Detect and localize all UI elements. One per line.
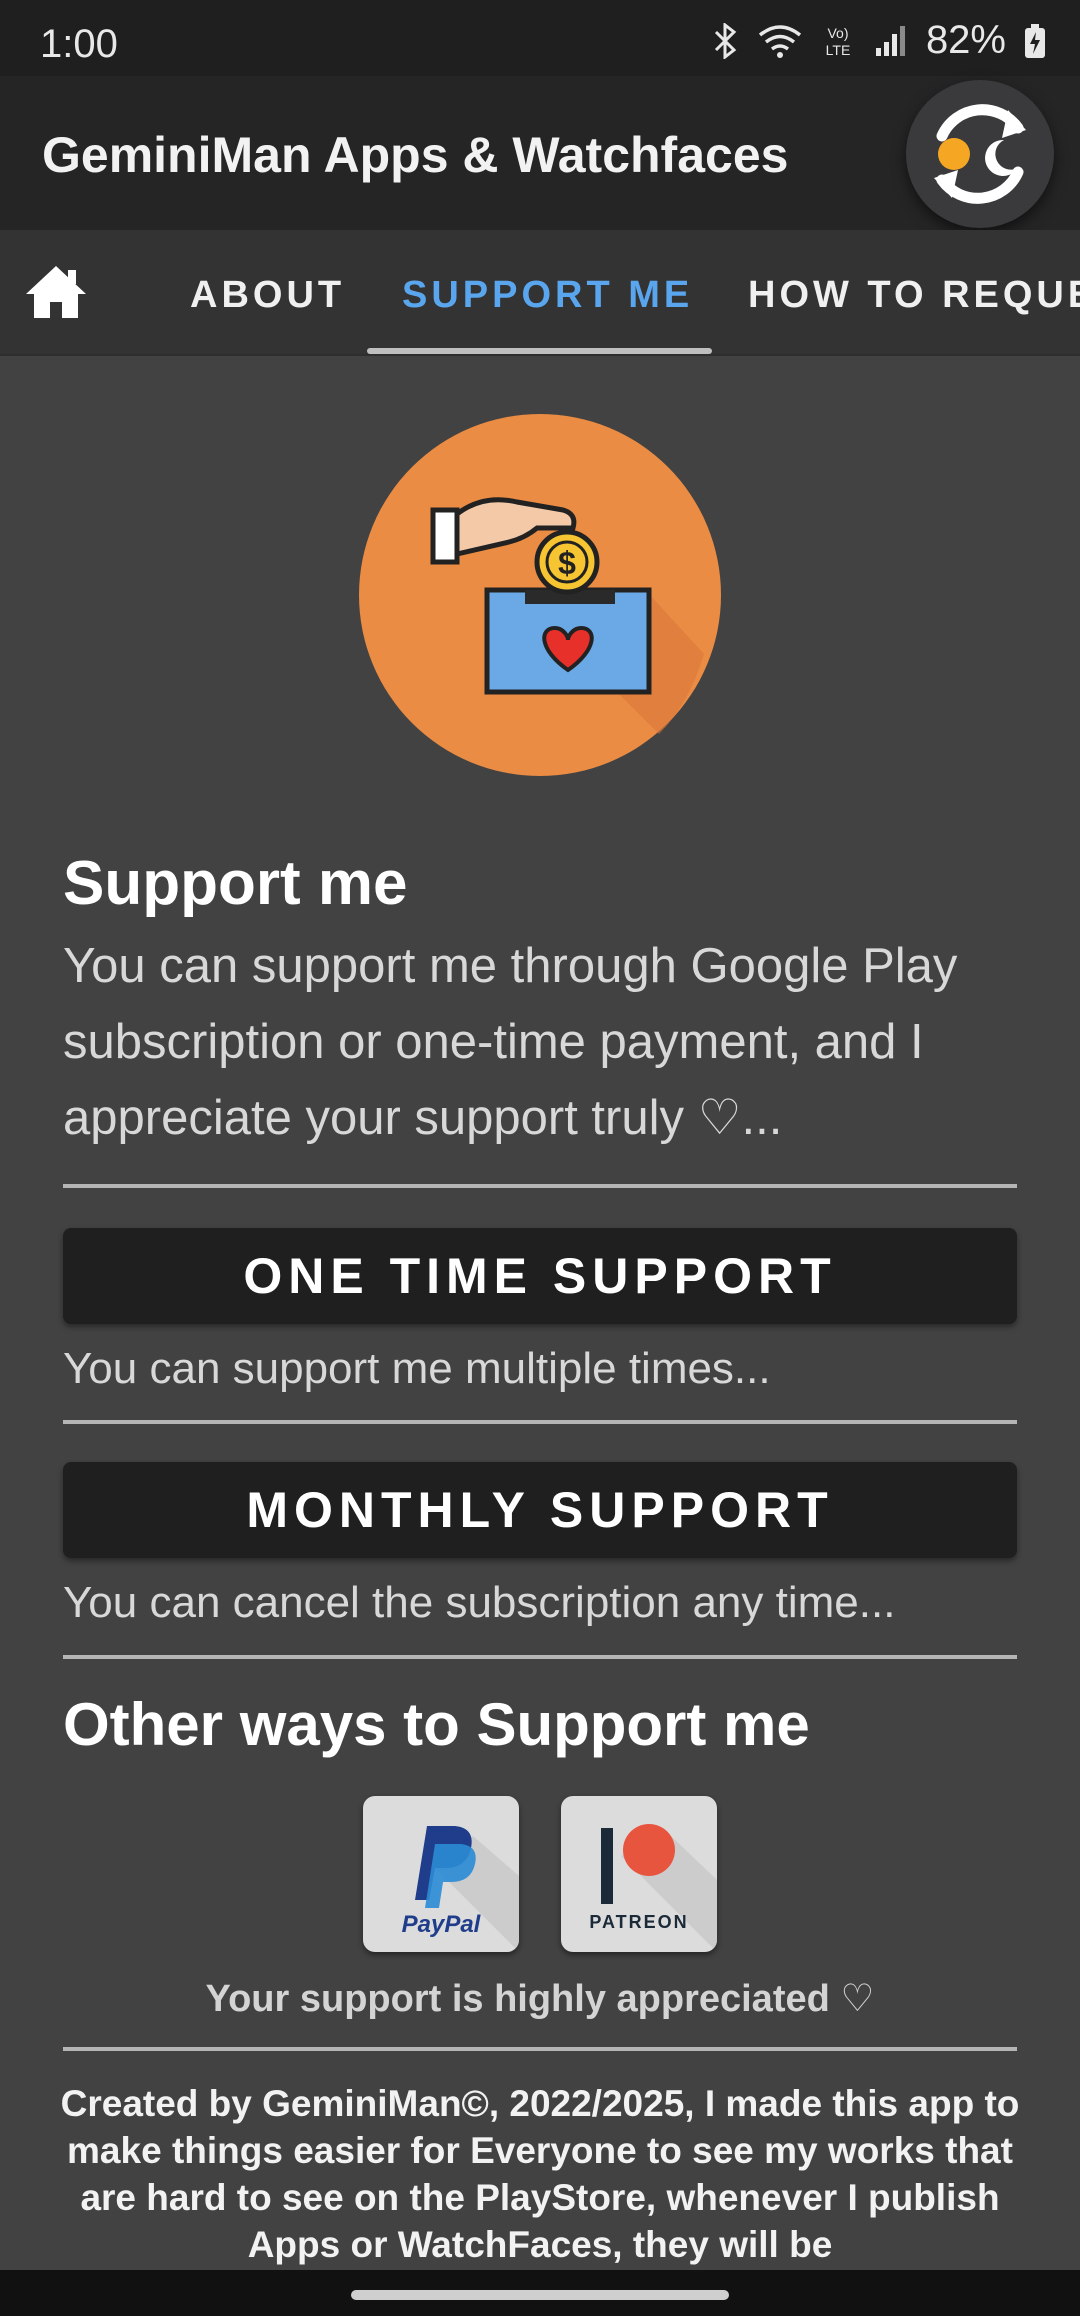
appreciation-text: Your support is highly appreciated ♡ (205, 1978, 875, 2020)
refresh-button[interactable] (906, 80, 1054, 228)
paypal-icon: PayPal (402, 1826, 519, 1952)
patreon-icon: PATREON (589, 1824, 717, 1952)
tab-home[interactable] (22, 262, 90, 322)
volte-icon: Vo) LTE (826, 25, 851, 58)
tab-about[interactable]: ABOUT (190, 274, 345, 317)
bluetooth-icon (714, 22, 737, 59)
patreon-button[interactable]: PATREON (561, 1796, 717, 1952)
tab-support-me[interactable]: SUPPORT ME (402, 274, 693, 317)
battery-percent: 82% (925, 18, 1006, 62)
status-bar: 1:00 Vo) LTE 82% (0, 0, 1080, 76)
paypal-button[interactable]: PayPal (363, 1796, 519, 1952)
monthly-support-note: You can cancel the subscription any time… (63, 1578, 896, 1627)
svg-text:$: $ (558, 545, 576, 581)
support-title: Support me (63, 849, 408, 918)
paypal-label: PayPal (402, 1911, 482, 1938)
footer-credits: Created by GeminiMan©, 2022/2025, I made… (60, 2083, 1020, 2265)
other-ways-title: Other ways to Support me (63, 1691, 810, 1758)
status-time: 1:00 (40, 22, 118, 66)
tab-indicator (367, 348, 712, 354)
svg-text:LTE: LTE (826, 42, 851, 58)
divider (63, 1184, 1017, 1188)
one-time-support-button[interactable]: ONE TIME SUPPORT (63, 1228, 1017, 1324)
status-icons: Vo) LTE 82% (710, 18, 1046, 63)
patreon-label: PATREON (589, 1912, 688, 1932)
signal-icon (875, 25, 905, 56)
app-title: GeminiMan Apps & Watchfaces (42, 127, 789, 183)
divider (63, 2047, 1017, 2051)
one-time-support-note: You can support me multiple times... (63, 1344, 771, 1393)
battery-charging-icon (1025, 23, 1045, 58)
refresh-icon (934, 104, 1026, 204)
tab-how-to-request[interactable]: HOW TO REQUEST (748, 274, 1080, 317)
gesture-handle[interactable] (351, 2290, 729, 2300)
donation-box-icon: $ (359, 414, 721, 776)
monthly-support-button[interactable]: MONTHLY SUPPORT (63, 1462, 1017, 1558)
svg-text:Vo): Vo) (827, 25, 848, 41)
divider (63, 1420, 1017, 1424)
tab-bar: ABOUT SUPPORT ME HOW TO REQUEST (0, 230, 1080, 356)
divider (63, 1655, 1017, 1659)
home-icon (26, 266, 86, 318)
support-description: You can support me through Google Play s… (63, 939, 958, 1145)
hero-image: $ (359, 414, 721, 776)
wifi-icon (758, 24, 802, 58)
